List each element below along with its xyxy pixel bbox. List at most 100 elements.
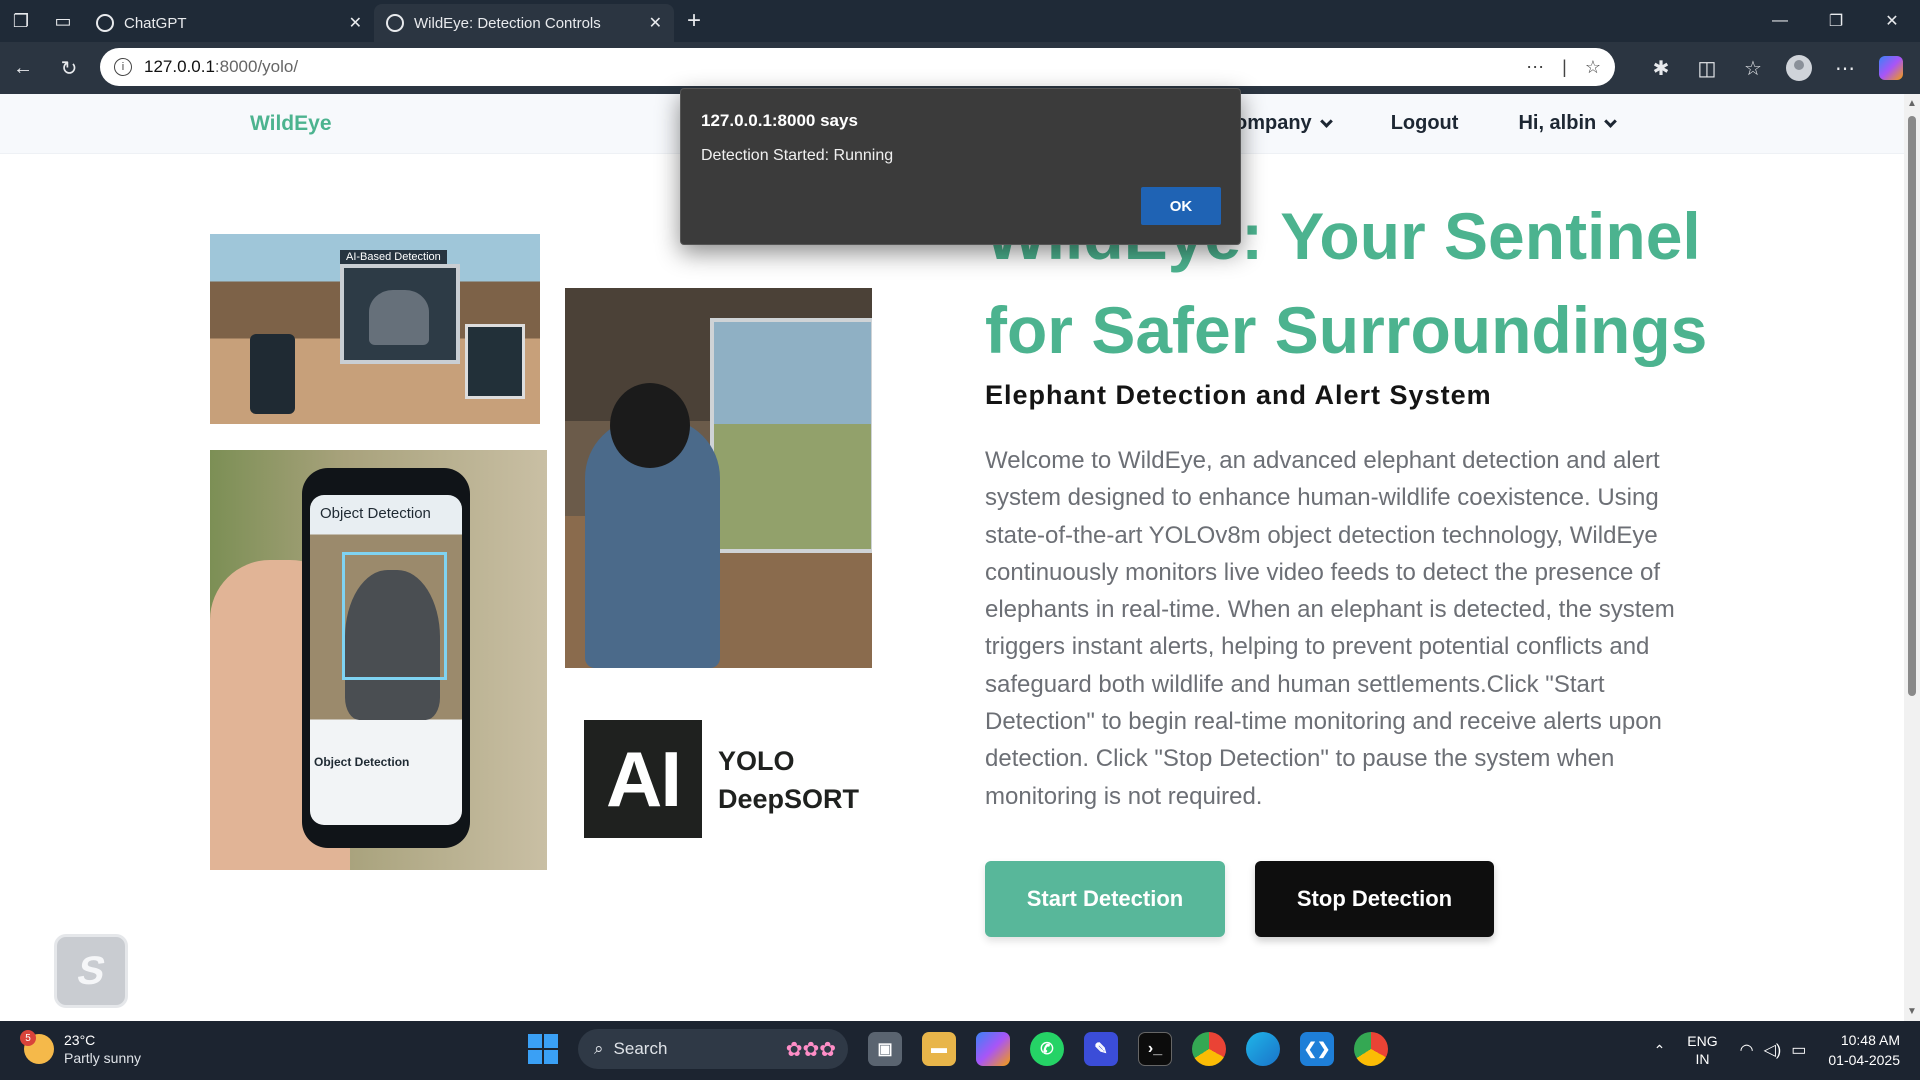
language-indicator[interactable]: ENG IN: [1687, 1032, 1717, 1068]
detection-box: [342, 552, 447, 680]
widget-icon: S: [73, 948, 110, 993]
close-window-button[interactable]: ✕: [1864, 0, 1920, 42]
volume-icon: ◁): [1763, 1042, 1782, 1059]
tab-actions-icon[interactable]: ▭: [42, 0, 84, 42]
temperature: 23°C: [64, 1032, 96, 1048]
start-button[interactable]: [528, 1034, 558, 1064]
chevron-down-icon: [1319, 114, 1333, 128]
stop-detection-button[interactable]: Stop Detection: [1255, 861, 1494, 937]
scrollbar-thumb[interactable]: [1908, 116, 1916, 696]
split-screen-icon[interactable]: ◫: [1688, 45, 1726, 91]
chatgpt-favicon-icon: [96, 14, 114, 32]
whatsapp-icon[interactable]: ✆: [1030, 1032, 1064, 1066]
clock[interactable]: 10:48 AM 01-04-2025: [1828, 1030, 1900, 1070]
tablet-illustration: [465, 324, 525, 399]
divider: |: [1562, 56, 1567, 77]
chrome-profile-icon[interactable]: [1354, 1032, 1388, 1066]
favorite-star-icon[interactable]: ☆: [1585, 57, 1601, 78]
nav-logout[interactable]: Logout: [1391, 112, 1459, 135]
taskbar: 5 23°C Partly sunny ⌕ Search ✿✿✿ ▣ ▬ ✆ ✎…: [0, 1021, 1920, 1080]
nav-logout-label: Logout: [1390, 112, 1459, 134]
chevron-up-icon[interactable]: ⌃: [1654, 1042, 1666, 1059]
screen-label: Object Detection: [314, 755, 410, 769]
notification-badge: 5: [20, 1030, 36, 1046]
model-deepsort: DeepSORT: [718, 784, 860, 814]
floating-widget-button[interactable]: S: [54, 934, 128, 1008]
wifi-icon: ◠: [1739, 1042, 1754, 1059]
nav-company[interactable]: ompany: [1235, 112, 1333, 135]
scroll-up-icon[interactable]: ▲: [1907, 98, 1917, 109]
scroll-down-icon[interactable]: ▼: [1907, 1006, 1917, 1017]
nav-user-menu[interactable]: Hi, albin: [1518, 112, 1618, 135]
chevron-down-icon: [1604, 114, 1618, 128]
close-tab-icon[interactable]: ✕: [649, 13, 662, 33]
site-nav: ompany Logout Hi, albin: [1235, 112, 1675, 135]
monitoring-person-image: [565, 288, 872, 668]
tab-chatgpt[interactable]: ChatGPT ✕: [84, 4, 374, 42]
taskbar-apps: ⌕ Search ✿✿✿ ▣ ▬ ✆ ✎ ›_ ❮❯: [528, 1029, 1388, 1069]
more-menu-icon[interactable]: ⋯: [1826, 45, 1864, 91]
globe-favicon-icon: [386, 14, 404, 32]
avatar: [1786, 55, 1812, 81]
clock-time: 10:48 AM: [1840, 1032, 1900, 1048]
tab-wildeye[interactable]: WildEye: Detection Controls ✕: [374, 4, 674, 42]
search-icon: ⌕: [594, 1039, 604, 1058]
minimize-button[interactable]: —: [1752, 0, 1808, 42]
pen-app-icon[interactable]: ✎: [1084, 1032, 1118, 1066]
refresh-button[interactable]: ↻: [46, 45, 92, 91]
terminal-icon[interactable]: ›_: [1138, 1032, 1172, 1066]
tulips-icon: ✿✿✿: [785, 1038, 836, 1061]
laptop-illustration: [340, 264, 460, 364]
page-scrollbar[interactable]: ▲ ▼: [1904, 94, 1920, 1021]
copilot-button[interactable]: [1872, 45, 1910, 91]
url-path: :8000/yolo/: [214, 57, 299, 76]
file-explorer-icon[interactable]: ▬: [922, 1032, 956, 1066]
reader-mode-icon[interactable]: ⋯: [1526, 57, 1544, 78]
restore-button[interactable]: ❐: [1808, 0, 1864, 42]
task-view-icon[interactable]: ▣: [868, 1032, 902, 1066]
battery-icon: ▭: [1791, 1042, 1807, 1059]
back-button[interactable]: ←: [0, 45, 46, 91]
hero-subtitle: Elephant Detection and Alert System: [985, 380, 1492, 410]
phone-detection-image: Object Detection Object Detection: [210, 450, 547, 870]
hero-title-line2: for Safer Surroundings: [985, 293, 1708, 367]
monitor-illustration: [710, 318, 872, 553]
new-tab-button[interactable]: +: [674, 1, 714, 41]
favorites-icon[interactable]: ☆: [1734, 45, 1772, 91]
ai-logo: AI: [584, 720, 702, 838]
site-info-icon[interactable]: i: [114, 58, 132, 76]
model-yolo: YOLO: [718, 746, 795, 776]
start-detection-button[interactable]: Start Detection: [985, 861, 1225, 937]
taskbar-search[interactable]: ⌕ Search ✿✿✿: [578, 1029, 848, 1069]
nav-user-label: Hi, albin: [1518, 112, 1597, 134]
chrome-icon[interactable]: [1192, 1032, 1226, 1066]
site-brand[interactable]: WildEye: [250, 112, 332, 136]
address-bar[interactable]: i 127.0.0.1:8000/yolo/ ⋯ | ☆: [100, 48, 1615, 86]
screen-title: Object Detection: [320, 505, 431, 522]
hero-description: Welcome to WildEye, an advanced elephant…: [985, 447, 1675, 810]
weather-widget[interactable]: 5 23°C Partly sunny: [20, 1030, 141, 1067]
dialog-ok-button[interactable]: OK: [1141, 187, 1221, 225]
image-caption: AI-Based Detection: [340, 250, 447, 264]
lang-line2: IN: [1695, 1051, 1710, 1067]
model-names: YOLO DeepSORT: [718, 742, 859, 818]
dialog-title: 127.0.0.1:8000 says: [701, 111, 858, 130]
weather-icon: 5: [20, 1030, 54, 1064]
extensions-icon[interactable]: ✱: [1642, 45, 1680, 91]
lang-line1: ENG: [1687, 1033, 1718, 1049]
person-head-illustration: [610, 383, 690, 468]
edge-icon[interactable]: [1246, 1032, 1280, 1066]
copilot-app-icon[interactable]: [976, 1032, 1010, 1066]
phone-illustration: [250, 334, 295, 414]
workspaces-icon[interactable]: ❐: [0, 0, 42, 42]
dialog-message: Detection Started: Running: [701, 147, 894, 164]
tab-title: ChatGPT: [124, 14, 187, 32]
vscode-icon[interactable]: ❮❯: [1300, 1032, 1334, 1066]
close-tab-icon[interactable]: ✕: [349, 13, 362, 33]
profile-button[interactable]: [1780, 45, 1818, 91]
ai-detection-image: AI-Based Detection: [210, 234, 540, 424]
browser-tabstrip: ❐ ▭ ChatGPT ✕ WildEye: Detection Control…: [0, 0, 1920, 42]
browser-toolbar: ← ↻ i 127.0.0.1:8000/yolo/ ⋯ | ☆ ✱ ◫ ☆ ⋯: [0, 42, 1920, 94]
window-controls: — ❐ ✕: [1752, 0, 1920, 42]
tray-icons[interactable]: ◠ ◁) ▭: [1740, 1040, 1807, 1060]
